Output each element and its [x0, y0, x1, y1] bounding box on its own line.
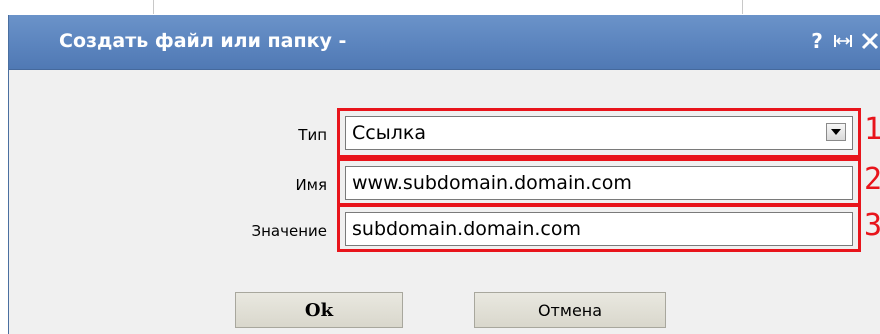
annotation-frame-2: [337, 158, 861, 206]
dialog-title: Создать файл или папку -: [59, 30, 347, 52]
dialog-body: Тип Ссылка Имя www.subdomain.domain.com …: [9, 70, 880, 334]
resize-icon[interactable]: [833, 33, 853, 49]
annotation-frame-3: [337, 204, 861, 252]
cancel-button[interactable]: Отмена: [474, 292, 666, 328]
background-divider: [742, 0, 743, 14]
name-label: Имя: [295, 176, 327, 194]
background-page-strip: [0, 0, 880, 16]
type-label: Тип: [298, 126, 327, 144]
annotation-marker-1: 1: [864, 112, 880, 147]
create-file-dialog: Создать файл или папку - ? Тип Ссылка Им…: [8, 15, 880, 334]
annotation-frame-1: [337, 108, 861, 158]
annotation-marker-2: 2: [864, 162, 880, 197]
value-label: Значение: [251, 222, 328, 240]
titlebar-controls: ?: [809, 25, 879, 57]
dialog-titlebar[interactable]: Создать файл или папку - ?: [9, 15, 880, 70]
help-icon[interactable]: ?: [809, 29, 825, 53]
close-icon[interactable]: [861, 32, 879, 50]
ok-button[interactable]: Ok: [235, 292, 403, 328]
background-divider: [153, 0, 154, 14]
screen: Создать файл или папку - ? Тип Ссылка Им…: [0, 0, 880, 334]
annotation-marker-3: 3: [864, 208, 880, 243]
